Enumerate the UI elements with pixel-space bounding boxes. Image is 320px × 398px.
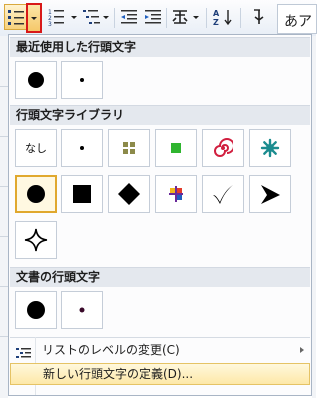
- bullet-black-diamond[interactable]: [108, 175, 150, 213]
- bullet-none[interactable]: なし: [15, 129, 57, 167]
- define-new-bullet-menu-item[interactable]: 新しい行頭文字の定義(D)...: [10, 363, 310, 385]
- paragraph-mark-icon: [254, 9, 264, 24]
- change-list-level-menu-item[interactable]: リストのレベルの変更(C): [10, 339, 310, 361]
- spiral-bullet-icon: [214, 138, 233, 157]
- bullet-olive-squares[interactable]: [108, 129, 150, 167]
- toolbar-separator: [166, 8, 167, 28]
- svg-text:A: A: [213, 9, 220, 18]
- asian-layout-button[interactable]: [170, 6, 202, 28]
- chevron-down-icon: [31, 17, 37, 20]
- diamond-bullet-icon: [118, 183, 140, 205]
- numbering-icon: 1 2 3: [48, 9, 77, 27]
- ribbon-toolbar: 1 2 3 A Z あア: [0, 0, 317, 36]
- numbering-button[interactable]: 1 2 3: [46, 6, 82, 28]
- bullet-arrowhead[interactable]: [249, 175, 291, 213]
- bullet-checkmark[interactable]: [202, 175, 244, 213]
- large-circle-bullet-icon: [27, 301, 45, 319]
- bullet-teal-flower[interactable]: [249, 129, 291, 167]
- bullet-green-square[interactable]: [155, 129, 197, 167]
- colored-cross-bullet-icon: [169, 186, 183, 202]
- recent-bullets-header: 最近使用した行頭文字: [10, 37, 310, 57]
- recent-bullet-small-dot[interactable]: [61, 61, 103, 99]
- bullets-button[interactable]: [4, 4, 28, 30]
- large-circle-bullet-icon: [28, 72, 44, 88]
- small-dot-bullet-icon: [80, 78, 84, 82]
- four-squares-bullet-icon: [123, 142, 135, 154]
- menu-separator: [10, 337, 310, 338]
- document-bullet-large-circle[interactable]: [15, 291, 57, 329]
- star-bullet-icon: [24, 228, 48, 252]
- document-edge: [312, 36, 316, 398]
- flower-bullet-icon: [260, 138, 280, 158]
- show-marks-button[interactable]: [246, 6, 268, 28]
- large-circle-bullet-icon: [27, 185, 45, 203]
- bullet-colored-cross[interactable]: [155, 175, 197, 213]
- svg-text:Z: Z: [213, 18, 219, 27]
- document-bullets-header: 文書の行頭文字: [10, 267, 310, 287]
- toolbar-separator: [240, 8, 241, 28]
- toolbar-separator: [114, 8, 115, 28]
- decrease-indent-icon: [121, 10, 137, 24]
- multilevel-list-icon: [83, 10, 109, 24]
- checkmark-bullet-icon: [213, 185, 233, 204]
- bullet-small-dot[interactable]: [61, 129, 103, 167]
- increase-indent-button[interactable]: [142, 6, 164, 28]
- small-dot-bullet-icon: [80, 146, 84, 150]
- sort-icon: A Z: [213, 9, 232, 27]
- recent-bullet-large-circle[interactable]: [15, 61, 57, 99]
- increase-indent-icon: [145, 10, 161, 24]
- decrease-indent-button[interactable]: [118, 6, 140, 28]
- change-list-level-label: リストのレベルの変更(C): [42, 343, 180, 357]
- bullet-black-square[interactable]: [61, 175, 103, 213]
- bullets-icon: [8, 10, 24, 25]
- asian-layout-icon: [172, 10, 199, 24]
- arrowhead-bullet-icon: [261, 185, 280, 204]
- small-dot-bullet-icon: [79, 307, 85, 313]
- bullet-large-circle-selected[interactable]: [15, 175, 57, 213]
- sort-button[interactable]: A Z: [210, 6, 236, 28]
- bullet-library-dropdown: 最近使用した行頭文字 行頭文字ライブラリ なし 文書の行頭文字 リストのレベルの…: [8, 34, 312, 396]
- bullet-four-point-star[interactable]: [15, 221, 57, 259]
- define-new-bullet-label: 新しい行頭文字の定義(D)...: [43, 367, 194, 381]
- document-ruler-edge: [0, 36, 8, 398]
- none-label: なし: [25, 142, 47, 155]
- document-bullet-small-dot[interactable]: [61, 291, 103, 329]
- bullet-library-header: 行頭文字ライブラリ: [10, 105, 310, 125]
- green-square-bullet-icon: [171, 143, 181, 153]
- multilevel-list-button[interactable]: [82, 6, 112, 28]
- black-square-bullet-icon: [73, 185, 91, 203]
- submenu-arrow-icon: [300, 347, 304, 353]
- bullets-dropdown-button[interactable]: [26, 3, 42, 33]
- bullet-red-spiral[interactable]: [202, 129, 244, 167]
- svg-text:3: 3: [48, 21, 52, 27]
- toolbar-separator: [206, 8, 207, 28]
- style-preview[interactable]: あア: [277, 4, 317, 34]
